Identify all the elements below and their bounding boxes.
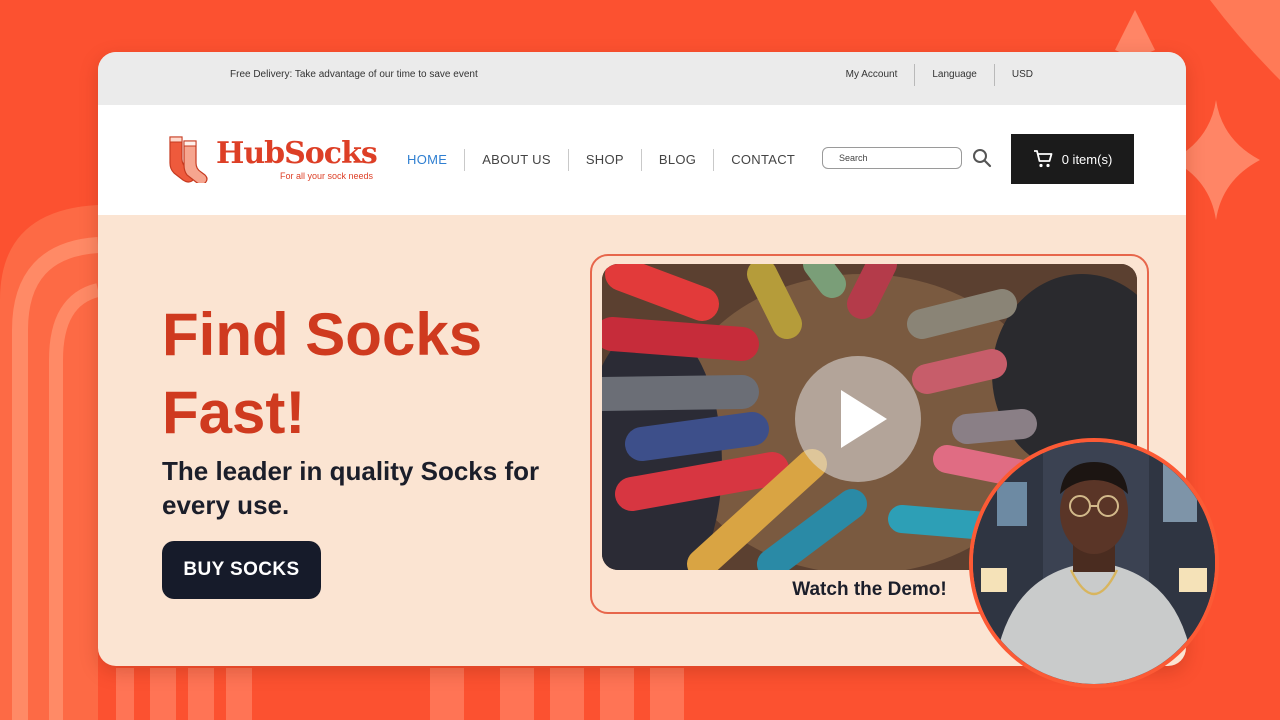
buy-socks-button[interactable]: BUY SOCKS	[162, 541, 321, 599]
hero-subtitle: The leader in quality Socks for every us…	[162, 456, 540, 520]
nav-blog[interactable]: BLOG	[640, 149, 713, 171]
hero-title: Find Socks Fast!	[162, 301, 483, 446]
search-button[interactable]	[972, 148, 992, 168]
play-button[interactable]	[795, 356, 921, 482]
presenter-webcam	[969, 438, 1219, 688]
play-icon	[841, 390, 887, 448]
nav-shop[interactable]: SHOP	[567, 149, 641, 171]
logo-text: HubSocks For all your sock needs	[216, 135, 378, 181]
brand-tagline: For all your sock needs	[280, 170, 374, 181]
search-icon	[973, 149, 992, 168]
cart-icon	[1033, 150, 1053, 168]
primary-nav: HOME ABOUT US SHOP BLOG CONTACT	[392, 149, 812, 171]
my-account-link[interactable]: My Account	[829, 64, 915, 86]
nav-about-us[interactable]: ABOUT US	[464, 149, 568, 171]
language-link[interactable]: Language	[914, 64, 994, 86]
nav-home[interactable]: HOME	[392, 149, 464, 171]
nav-contact[interactable]: CONTACT	[713, 149, 812, 171]
cart-count: 0 item(s)	[1061, 151, 1113, 167]
promo-text: Free Delivery: Take advantage of our tim…	[230, 69, 478, 80]
socks-icon	[169, 136, 208, 183]
presenter-video	[973, 442, 1215, 684]
utility-links: My Account Language USD	[829, 64, 1050, 86]
utility-bar: Free Delivery: Take advantage of our tim…	[98, 52, 1186, 105]
logo[interactable]: HubSocks For all your sock needs	[166, 135, 378, 183]
brand-name: HubSocks	[216, 135, 378, 171]
search-input[interactable]	[822, 147, 962, 169]
currency-link[interactable]: USD	[993, 64, 1050, 86]
cart-button[interactable]: 0 item(s)	[1011, 134, 1134, 184]
